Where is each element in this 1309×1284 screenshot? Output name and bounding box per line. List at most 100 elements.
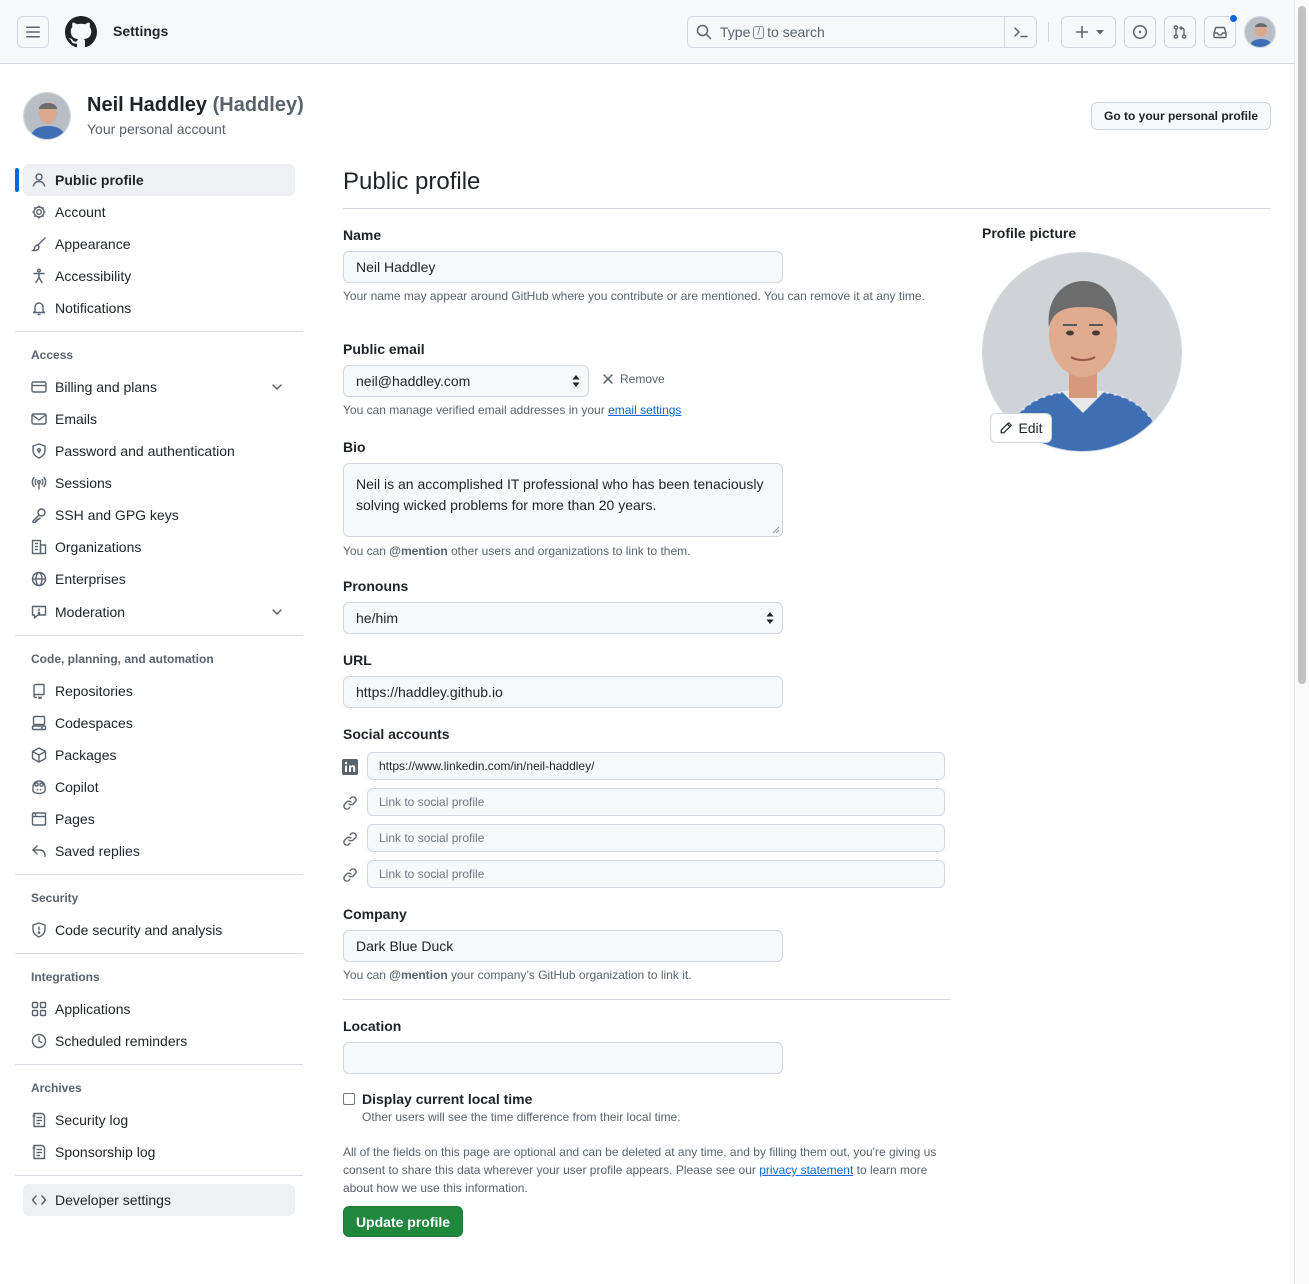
- email-note-text: You can manage verified email addresses …: [343, 403, 605, 417]
- sidebar-item-label: Copilot: [55, 779, 99, 795]
- sidebar-item-developer-settings[interactable]: Developer settings: [23, 1184, 295, 1216]
- social-link-field-3[interactable]: Link to social profile: [367, 824, 945, 852]
- sidebar-item-packages[interactable]: Packages: [23, 739, 295, 771]
- account-display-name: Neil Haddley: [87, 94, 208, 116]
- privacy-statement-link[interactable]: privacy statement: [759, 1163, 853, 1177]
- github-logo-icon[interactable]: [65, 16, 97, 48]
- local-time-note: Other users will see the time difference…: [362, 1110, 681, 1124]
- sidebar-item-label: Accessibility: [55, 268, 132, 284]
- sidebar-item-repositories[interactable]: Repositories: [23, 675, 295, 707]
- chevron-down-icon[interactable]: [269, 379, 285, 395]
- create-new-button[interactable]: [1061, 16, 1116, 48]
- local-time-checkbox[interactable]: [343, 1093, 355, 1105]
- git-pull-request-icon: [1173, 25, 1187, 39]
- pull-requests-button[interactable]: [1164, 16, 1196, 48]
- local-time-label[interactable]: Display current local time: [362, 1091, 532, 1107]
- search-icon: [696, 24, 712, 40]
- sidebar-item-label: Sponsorship log: [55, 1144, 156, 1160]
- sidebar-item-label: Appearance: [55, 236, 131, 252]
- sidebar-item-notifications[interactable]: Notifications: [23, 292, 295, 324]
- person-icon: [32, 173, 46, 187]
- shield-icon: [32, 922, 46, 938]
- remove-email-button[interactable]: Remove: [602, 372, 665, 386]
- update-profile-button[interactable]: Update profile: [343, 1206, 463, 1237]
- copilot-icon: [32, 780, 46, 795]
- search-input[interactable]: Type / to search: [687, 16, 1037, 48]
- sidebar-item-ssh-gpg[interactable]: SSH and GPG keys: [23, 499, 295, 531]
- shield-lock-icon: [32, 443, 46, 459]
- sidebar-item-billing[interactable]: Billing and plans: [23, 371, 295, 403]
- social-link-field-4[interactable]: Link to social profile: [367, 860, 945, 888]
- sidebar-item-label: SSH and GPG keys: [55, 507, 179, 523]
- sidebar-item-appearance[interactable]: Appearance: [23, 228, 295, 260]
- pronouns-select[interactable]: he/him: [343, 602, 783, 634]
- sidebar-divider: [15, 1175, 303, 1176]
- sidebar-item-password[interactable]: Password and authentication: [23, 435, 295, 467]
- sidebar-divider: [15, 1064, 303, 1065]
- sidebar-item-sessions[interactable]: Sessions: [23, 467, 295, 499]
- sidebar-item-public-profile[interactable]: Public profile: [23, 164, 295, 196]
- public-email-select[interactable]: neil@haddley.com: [343, 365, 589, 397]
- gear-icon: [32, 205, 46, 219]
- sidebar-item-account[interactable]: Account: [23, 196, 295, 228]
- search-placeholder-suffix: to search: [767, 24, 825, 40]
- top-header: Settings Type / to search: [0, 0, 1294, 64]
- sidebar-item-scheduled-reminders[interactable]: Scheduled reminders: [23, 1025, 295, 1057]
- bio-note-mention: @mention: [389, 544, 448, 558]
- email-settings-link[interactable]: email settings: [608, 403, 681, 417]
- sidebar-item-accessibility[interactable]: Accessibility: [23, 260, 295, 292]
- sidebar-item-moderation[interactable]: Moderation: [23, 596, 295, 628]
- edit-label: Edit: [1018, 420, 1043, 436]
- edit-profile-picture-button[interactable]: Edit: [990, 413, 1052, 443]
- sidebar-section-archives: Archives: [31, 1081, 82, 1095]
- sidebar-item-label: Password and authentication: [55, 443, 235, 459]
- chevron-down-icon[interactable]: [269, 604, 285, 620]
- page-scrollbar[interactable]: [1294, 0, 1309, 1284]
- page-context-title[interactable]: Settings: [113, 23, 168, 39]
- account-login: (Haddley): [212, 94, 304, 116]
- sidebar-item-organizations[interactable]: Organizations: [23, 531, 295, 563]
- social-accounts-label: Social accounts: [343, 726, 450, 742]
- account-avatar[interactable]: [23, 92, 71, 140]
- sidebar-item-label: Enterprises: [55, 571, 126, 587]
- sidebar-item-sponsorship-log[interactable]: Sponsorship log: [23, 1136, 295, 1168]
- remove-email-label: Remove: [620, 372, 665, 386]
- bio-textarea[interactable]: Neil is an accomplished IT professional …: [343, 463, 783, 537]
- user-avatar[interactable]: [1244, 16, 1276, 48]
- link-icon: [342, 831, 358, 847]
- url-field[interactable]: https://haddley.github.io: [343, 676, 783, 708]
- company-note-prefix: You can: [343, 968, 386, 982]
- bio-note: You can @mention other users and organiz…: [343, 542, 690, 560]
- sidebar-item-code-security[interactable]: Code security and analysis: [23, 914, 295, 946]
- company-field[interactable]: Dark Blue Duck: [343, 930, 783, 962]
- sidebar-item-pages[interactable]: Pages: [23, 803, 295, 835]
- command-palette-button[interactable]: [1004, 17, 1036, 47]
- sidebar-item-security-log[interactable]: Security log: [23, 1104, 295, 1136]
- codespaces-icon: [31, 715, 47, 731]
- sidebar-item-saved-replies[interactable]: Saved replies: [23, 835, 295, 867]
- account-name[interactable]: Neil Haddley (Haddley): [87, 94, 304, 117]
- resize-grip-icon[interactable]: [772, 526, 780, 534]
- sidebar-item-emails[interactable]: Emails: [23, 403, 295, 435]
- sidebar-item-copilot[interactable]: Copilot: [23, 771, 295, 803]
- sidebar-item-codespaces[interactable]: Codespaces: [23, 707, 295, 739]
- notification-indicator: [1229, 14, 1238, 23]
- inbox-button[interactable]: [1204, 14, 1238, 48]
- go-to-profile-button[interactable]: Go to your personal profile: [1091, 102, 1271, 130]
- sidebar-item-applications[interactable]: Applications: [23, 993, 295, 1025]
- privacy-disclaimer: All of the fields on this page are optio…: [343, 1143, 943, 1197]
- reply-icon: [32, 845, 46, 858]
- sidebar-item-label: Codespaces: [55, 715, 133, 731]
- menu-button[interactable]: [17, 16, 49, 48]
- select-arrows-icon: [766, 612, 774, 624]
- section-divider: [343, 999, 950, 1000]
- issues-button[interactable]: [1124, 16, 1156, 48]
- social-link-field-1[interactable]: https://www.linkedin.com/in/neil-haddley…: [367, 752, 945, 780]
- location-field[interactable]: [343, 1042, 783, 1074]
- name-field[interactable]: Neil Haddley: [343, 251, 783, 283]
- package-icon: [31, 747, 47, 763]
- social-link-field-2[interactable]: Link to social profile: [367, 788, 945, 816]
- sidebar-item-enterprises[interactable]: Enterprises: [23, 563, 295, 595]
- link-icon: [342, 795, 358, 811]
- sidebar-item-label: Pages: [55, 811, 95, 827]
